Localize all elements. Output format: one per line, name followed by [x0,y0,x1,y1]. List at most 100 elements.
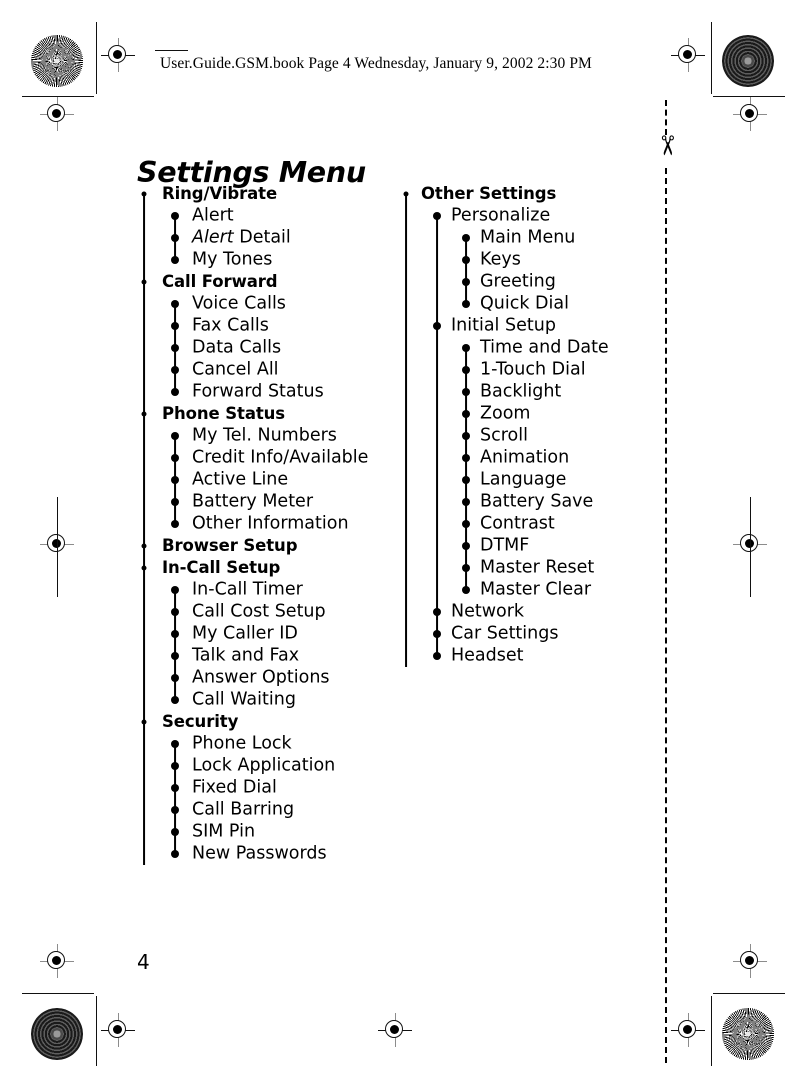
menu-item-label: Alert [192,205,234,226]
tree-connector-level1 [143,645,145,667]
tree-connector-level1 [143,689,145,711]
bullet-icon [462,410,470,418]
tree-connector-level1 [405,513,407,535]
menu-item-label: Call Barring [192,799,295,820]
bullet-icon [171,520,179,528]
menu-item-label: Quick Dial [480,293,569,314]
menu-item-label: New Passwords [192,843,327,864]
header-rule [155,50,188,52]
bullet-icon [462,278,470,286]
menu-item-label: Talk and Fax [192,645,300,666]
tree-connector-level1 [143,359,145,381]
bullet-icon [141,191,147,197]
tree-connector-level1 [143,579,145,601]
registration-densitydot-bottom-left [31,1008,83,1060]
tree-connector-level1 [143,337,145,359]
tree-connector-level1 [143,447,145,469]
menu-item-level2: Fixed Dial [137,777,387,799]
menu-item-level3: Backlight [399,381,679,403]
menu-item-level2: My Tones [137,249,387,271]
tree-connector-level1 [143,513,145,535]
menu-item-label: 1-Touch Dial [480,359,586,380]
menu-item-level1: Call Forward [137,271,387,293]
tree-connector-level1 [405,337,407,359]
menu-item-level1: Security [137,711,387,733]
tree-connector-level1 [405,469,407,491]
menu-item-label: Credit Info/Available [192,447,369,468]
bullet-icon [403,191,409,197]
tree-connector-level1 [405,645,407,667]
menu-item-level2: Initial Setup [399,315,679,337]
tree-connector-level1 [143,249,145,271]
tree-connector-level1 [405,425,407,447]
menu-item-label: My Tones [192,249,273,270]
menu-item-label: Forward Status [192,381,324,402]
registration-target-top-right-inner [671,38,705,72]
menu-item-label: Zoom [480,403,531,424]
tree-connector-level1 [143,227,145,249]
menu-item-label: Security [162,711,239,731]
tree-connector-level2 [436,579,438,601]
menu-item-level3: 1-Touch Dial [399,359,679,381]
document-page: ✂ User.Guide.GSM.book Page 4 Wednesday, … [0,0,807,1088]
menu-column-left: Ring/Vibrate Alert Alert Detail My Tones Cal… [137,183,387,865]
menu-item-label: In-Call Setup [162,557,281,577]
menu-item-level3: Contrast [399,513,679,535]
tree-connector-level1 [143,491,145,513]
menu-item-label: Phone Lock [192,733,292,754]
menu-item-level2: Lock Application [137,755,387,777]
tree-connector-level2 [436,249,438,271]
tree-connector-level1 [405,491,407,513]
registration-starburst-top-left [31,35,83,87]
menu-item-level3: Main Menu [399,227,679,249]
menu-item-level2: Cancel All [137,359,387,381]
tree-connector-level1 [143,469,145,491]
cut-line-upper [665,100,667,135]
menu-item-level2: Car Settings [399,623,679,645]
tree-connector-level1 [143,755,145,777]
tree-connector-level2 [436,227,438,249]
menu-item-label: Greeting [480,271,556,292]
crop-rule-top-left-vertical [96,22,98,94]
tree-connector-level1 [143,293,145,315]
menu-item-label: Call Waiting [192,689,296,710]
bullet-icon [141,411,147,417]
bullet-icon [462,344,470,352]
tree-connector-level2 [436,425,438,447]
bullet-icon [171,696,179,704]
bullet-icon [462,520,470,528]
tree-connector-level1 [405,381,407,403]
registration-target-bottom-left-inner [101,1013,135,1047]
menu-item-level2: My Tel. Numbers [137,425,387,447]
bullet-icon [141,565,147,571]
menu-item-level2: Call Waiting [137,689,387,711]
tree-connector-level1 [405,205,407,227]
tree-connector-level2 [436,381,438,403]
menu-item-label: Call Forward [162,271,278,291]
menu-item-level2: Alert Detail [137,227,387,249]
bullet-icon [171,784,179,792]
tree-connector-level2 [436,469,438,491]
tree-connector-level1 [143,667,145,689]
tree-connector-level1 [405,227,407,249]
bullet-icon [171,234,179,242]
bullet-icon [171,586,179,594]
bullet-icon [433,322,441,330]
menu-item-level3: Master Clear [399,579,679,601]
tree-connector-level1 [405,249,407,271]
registration-target-bottom-right-outer [733,944,767,978]
menu-item-label: Contrast [480,513,555,534]
crop-rule-mid-left-vertical [56,497,58,597]
menu-item-level1: In-Call Setup [137,557,387,579]
bullet-icon [462,256,470,264]
scissors-icon: ✂ [650,134,682,157]
menu-item-label: Voice Calls [192,293,286,314]
tree-connector-level1 [405,293,407,315]
bullet-icon [462,586,470,594]
tree-connector-level1 [405,579,407,601]
menu-item-label: DTMF [480,535,530,556]
tree-connector-level1 [143,381,145,403]
menu-item-level2: Network [399,601,679,623]
registration-target-bottom-left-outer [40,944,74,978]
menu-item-level3: Scroll [399,425,679,447]
